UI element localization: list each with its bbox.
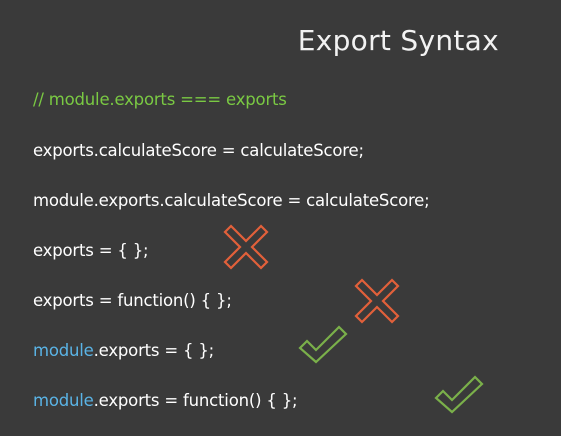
cross-icon [223, 224, 269, 270]
slide: Export Syntax // module.exports === expo… [0, 0, 561, 436]
code-line-4: exports = function() { }; [33, 291, 232, 310]
check-icon [298, 325, 348, 364]
code-line-5: module.exports = { }; [33, 341, 214, 360]
code-line-2: module.exports.calculateScore = calculat… [33, 191, 430, 210]
code-comment: // module.exports === exports [33, 90, 287, 109]
code-line-1: exports.calculateScore = calculateScore; [33, 141, 364, 160]
code-line-5-rest: .exports = { }; [93, 341, 215, 360]
slide-title: Export Syntax [297, 24, 499, 57]
module-keyword: module [33, 391, 94, 410]
code-line-3: exports = { }; [33, 241, 149, 260]
code-line-6-rest: .exports = function() { }; [93, 391, 298, 410]
cross-icon [354, 278, 400, 324]
check-icon [434, 375, 484, 414]
module-keyword: module [33, 341, 94, 360]
code-line-6: module.exports = function() { }; [33, 391, 298, 410]
